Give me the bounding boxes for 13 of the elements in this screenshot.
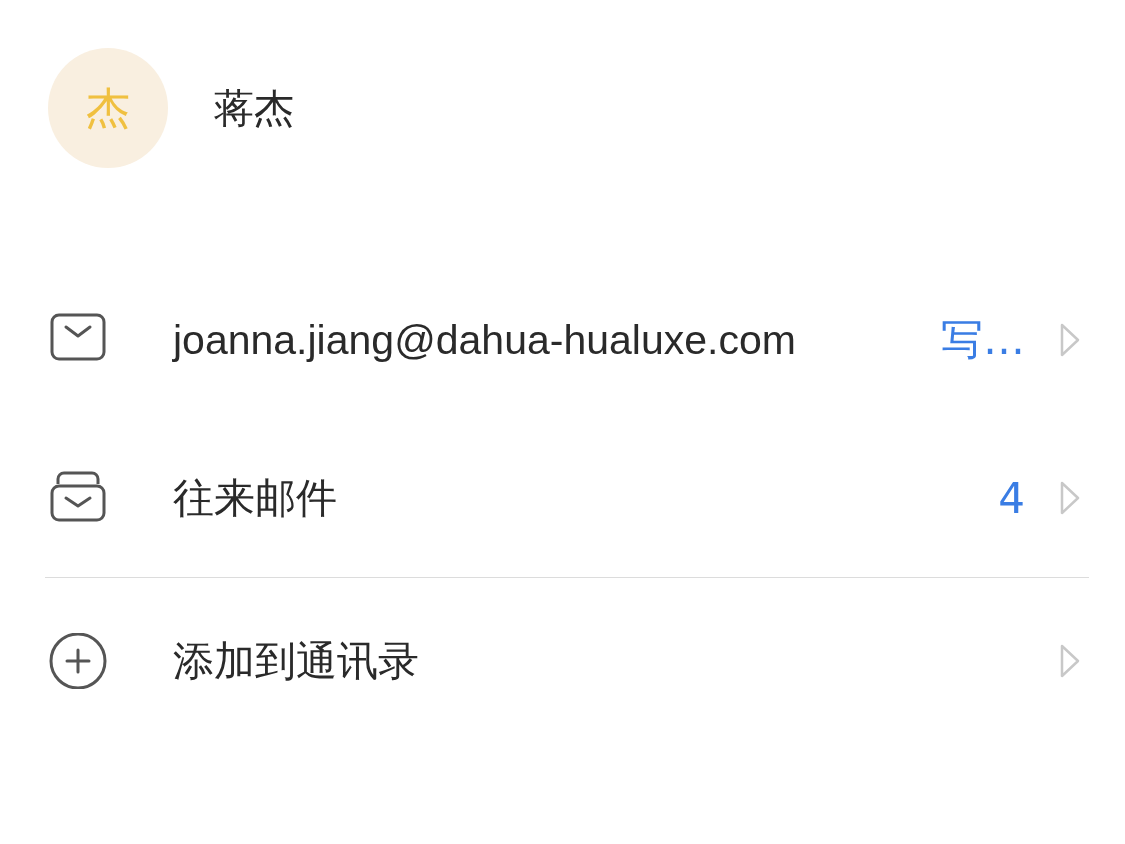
chevron-icon — [1059, 322, 1081, 358]
chevron-icon — [1059, 480, 1081, 516]
row-label: joanna.jiang@dahua-hualuxe.com — [173, 316, 796, 364]
chevron-icon — [1059, 643, 1081, 679]
compose-link[interactable]: 写… — [941, 312, 1025, 368]
contact-name: 蒋杰 — [214, 83, 294, 133]
mail-count: 4 — [998, 473, 1025, 523]
list-row[interactable]: 往来邮件 4 — [45, 419, 1089, 577]
list-row[interactable]: joanna.jiang@dahua-hualuxe.com 写… — [45, 261, 1089, 419]
row-label: 往来邮件 — [173, 473, 337, 523]
row-label: 添加到通讯录 — [173, 636, 419, 686]
list-row[interactable]: 添加到通讯录 — [45, 582, 1089, 740]
avatar: 杰 — [48, 48, 168, 168]
